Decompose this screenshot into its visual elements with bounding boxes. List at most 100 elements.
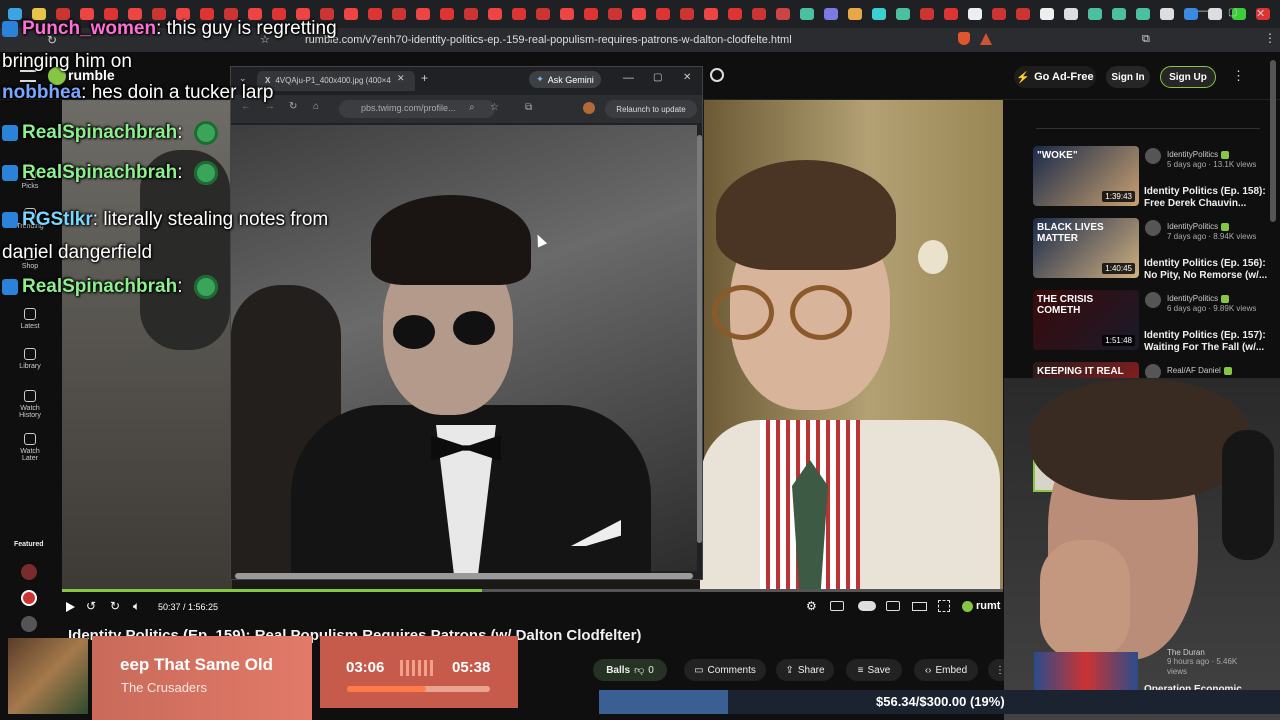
bottom-rec-thumb[interactable]: [1034, 652, 1138, 690]
tab-favicon-icon[interactable]: [368, 8, 382, 20]
window-close-icon[interactable]: ✕: [1256, 7, 1265, 20]
popup-profile-avatar[interactable]: [583, 102, 595, 114]
popup-extensions-icon[interactable]: ⧉: [525, 102, 532, 113]
recommended-title[interactable]: Identity Politics (Ep. 158): Free Derek …: [1144, 186, 1268, 210]
tab-favicon-icon[interactable]: [800, 8, 814, 20]
save-button[interactable]: ≡ Save: [846, 659, 902, 681]
tab-favicon-icon[interactable]: [704, 8, 718, 20]
embed-button[interactable]: ‹› Embed: [914, 659, 978, 681]
popup-vertical-scrollbar[interactable]: [697, 135, 702, 543]
channel-name[interactable]: IdentityPolitics: [1167, 222, 1230, 231]
image-popup-window[interactable]: ⌄ X 4VQAju-P1_400x400.jpg (400×4 ✕ + ✦ Ask…: [230, 66, 703, 580]
tab-favicon-icon[interactable]: [1112, 8, 1126, 20]
tab-favicon-icon[interactable]: [584, 8, 598, 20]
settings-icon[interactable]: ⚙: [806, 599, 817, 613]
popup-reload-icon[interactable]: ↻: [289, 101, 297, 112]
fullscreen-icon[interactable]: [938, 600, 950, 612]
tab-favicon-icon[interactable]: [1040, 8, 1054, 20]
scrollbar[interactable]: [1270, 60, 1276, 222]
tab-favicon-icon[interactable]: [608, 8, 622, 20]
play-icon[interactable]: [66, 602, 75, 612]
featured-channel-avatar[interactable]: [21, 590, 37, 606]
autoplay-icon[interactable]: [858, 601, 876, 611]
tab-favicon-icon[interactable]: [896, 8, 910, 20]
recommended-video[interactable]: THE CRISIS COMETH 1:51:48 IdentityPolitics…: [1027, 290, 1267, 360]
tab-favicon-icon[interactable]: [1064, 8, 1078, 20]
tab-favicon-icon[interactable]: [1208, 8, 1222, 20]
nav-item-watch-later[interactable]: Watch Later: [0, 433, 60, 462]
recommended-thumbnail[interactable]: BLACK LIVES MATTER 1:40:45: [1033, 218, 1139, 278]
tab-favicon-icon[interactable]: [752, 8, 766, 20]
more-options-icon[interactable]: ⋮: [1232, 68, 1245, 84]
featured-channel-avatar[interactable]: [21, 564, 37, 580]
forward-icon[interactable]: ↻: [110, 599, 120, 613]
extensions-icon[interactable]: ⧉: [1142, 33, 1150, 46]
theater-mode-icon[interactable]: [912, 602, 927, 611]
popup-tab-close-icon[interactable]: ✕: [397, 73, 405, 84]
share-button[interactable]: ⇪ Share: [776, 659, 834, 681]
popup-maximize-icon[interactable]: ▢: [653, 72, 662, 83]
bottom-rec-channel[interactable]: The Duran: [1167, 648, 1205, 657]
tab-favicon-icon[interactable]: [920, 8, 934, 20]
ask-gemini-button[interactable]: ✦ Ask Gemini: [529, 71, 601, 88]
tab-favicon-icon[interactable]: [632, 8, 646, 20]
tab-favicon-icon[interactable]: [512, 8, 526, 20]
tab-favicon-icon[interactable]: [392, 8, 406, 20]
menu-icon[interactable]: ⋮: [1264, 31, 1276, 45]
page-url[interactable]: rumble.com/v7enh70-identity-politics-ep.…: [305, 34, 792, 46]
tab-favicon-icon[interactable]: [440, 8, 454, 20]
nav-item-watch-history[interactable]: Watch History: [0, 390, 60, 419]
tab-favicon-icon[interactable]: [1160, 8, 1174, 20]
tab-favicon-icon[interactable]: [536, 8, 550, 20]
tab-favicon-icon[interactable]: [656, 8, 670, 20]
channel-avatar[interactable]: [1145, 220, 1161, 236]
tab-favicon-icon[interactable]: [344, 8, 358, 20]
tab-favicon-icon[interactable]: [1016, 8, 1030, 20]
tab-favicon-icon[interactable]: [944, 8, 958, 20]
recommended-video[interactable]: "WOKE" 1:39:43 IdentityPolitics 5 days ago …: [1027, 146, 1267, 216]
recommended-thumbnail[interactable]: THE CRISIS COMETH 1:51:48: [1033, 290, 1139, 350]
tab-favicon-icon[interactable]: [776, 8, 790, 20]
popup-close-icon[interactable]: ✕: [683, 72, 691, 83]
tab-favicon-icon[interactable]: [488, 8, 502, 20]
sign-up-button[interactable]: Sign Up: [1160, 66, 1216, 88]
window-maximize-icon[interactable]: ▢: [1228, 7, 1237, 18]
featured-channel-avatar[interactable]: [21, 616, 37, 632]
popup-minimize-icon[interactable]: —: [623, 72, 634, 84]
search-icon[interactable]: [710, 68, 724, 82]
miniplayer-icon[interactable]: [886, 601, 900, 611]
channel-name[interactable]: IdentityPolitics: [1167, 294, 1230, 303]
zoom-icon[interactable]: ⌕: [469, 102, 475, 113]
rewind-icon[interactable]: ↺: [86, 599, 96, 613]
tab-favicon-icon[interactable]: [992, 8, 1006, 20]
recommended-video[interactable]: BLACK LIVES MATTER 1:40:45 IdentityPolitic…: [1027, 218, 1267, 288]
volume-icon[interactable]: 🔈︎: [133, 599, 140, 614]
tab-favicon-icon[interactable]: [1184, 8, 1198, 20]
nav-item-latest[interactable]: Latest: [0, 308, 60, 330]
tab-favicon-icon[interactable]: [680, 8, 694, 20]
tab-favicon-icon[interactable]: [464, 8, 478, 20]
recommended-thumbnail[interactable]: "WOKE" 1:39:43: [1033, 146, 1139, 206]
relaunch-button[interactable]: Relaunch to update: [605, 100, 697, 118]
window-minimize-icon[interactable]: —: [1198, 5, 1209, 17]
brave-shield-icon[interactable]: [958, 32, 970, 45]
popup-horizontal-scrollbar[interactable]: [235, 573, 693, 579]
new-tab-icon[interactable]: +: [421, 71, 428, 85]
tab-favicon-icon[interactable]: [416, 8, 430, 20]
tab-favicon-icon[interactable]: [728, 8, 742, 20]
popup-home-icon[interactable]: ⌂: [313, 101, 319, 112]
channel-avatar[interactable]: [1145, 292, 1161, 308]
nav-item-library[interactable]: Library: [0, 348, 60, 370]
tab-favicon-icon[interactable]: [872, 8, 886, 20]
tab-favicon-icon[interactable]: [560, 8, 574, 20]
sign-in-button[interactable]: Sign In: [1106, 66, 1150, 88]
recommended-title[interactable]: Identity Politics (Ep. 156): No Pity, No…: [1144, 258, 1268, 282]
tab-favicon-icon[interactable]: [968, 8, 982, 20]
tab-favicon-icon[interactable]: [824, 8, 838, 20]
popup-bookmark-icon[interactable]: ☆: [490, 102, 499, 113]
tab-favicon-icon[interactable]: [1136, 8, 1150, 20]
comments-button[interactable]: ▭ Comments: [684, 659, 766, 681]
player-rumble-logo-icon[interactable]: [962, 601, 973, 612]
tab-favicon-icon[interactable]: [848, 8, 862, 20]
tab-favicon-icon[interactable]: [1088, 8, 1102, 20]
